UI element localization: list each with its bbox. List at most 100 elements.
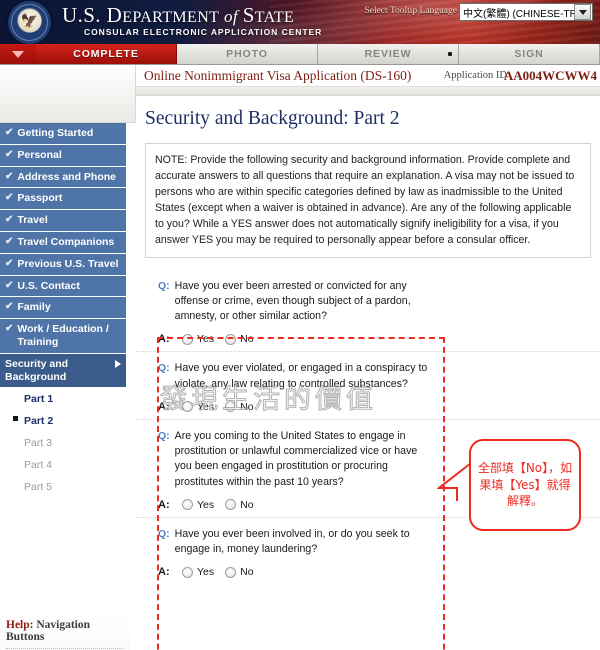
check-icon: ✔ bbox=[5, 279, 14, 291]
tab-photo[interactable]: PHOTO bbox=[177, 44, 318, 64]
chevron-down-icon[interactable] bbox=[574, 4, 591, 20]
title-of: of bbox=[219, 7, 243, 26]
question-marker: Q: bbox=[158, 362, 170, 375]
question-line: Q: Have you ever violated, or engaged in … bbox=[158, 361, 428, 392]
question-wrap: Q: Have you ever violated, or engaged in … bbox=[158, 361, 428, 413]
radio-yes-label: Yes bbox=[197, 400, 215, 413]
sidebar: ✔ Getting Started ✔ Personal ✔ Address and Ph… bbox=[0, 65, 136, 650]
question-line: Q: Are you coming to the United States to… bbox=[158, 429, 428, 490]
radio-no[interactable] bbox=[225, 333, 237, 345]
radio-yes[interactable] bbox=[182, 333, 193, 345]
question-wrap: Q: Are you coming to the United States to… bbox=[158, 429, 428, 511]
question-line: Q: Have you ever been involved in, or do … bbox=[158, 527, 428, 558]
document-title: Online Nonimmigrant Visa Application (DS… bbox=[144, 68, 412, 83]
tab-review[interactable]: REVIEW bbox=[318, 44, 459, 64]
sidebar-item-label: Address and Phone bbox=[17, 170, 116, 183]
sidebar-subitem-part-2[interactable]: Part 2 bbox=[0, 410, 126, 432]
application-header: Online Nonimmigrant Visa Application (DS… bbox=[136, 65, 600, 87]
radio-yes[interactable] bbox=[182, 499, 193, 511]
radio-yes-label: Yes bbox=[197, 333, 215, 346]
radio-option-yes[interactable]: Yes bbox=[182, 566, 214, 578]
sidebar-item-passport[interactable]: ✔ Passport bbox=[0, 188, 126, 211]
check-icon: ✔ bbox=[5, 301, 14, 313]
radio-no-label: No bbox=[240, 333, 254, 346]
sidebar-item-travel-companions[interactable]: ✔ Travel Companions bbox=[0, 231, 126, 254]
radio-group: Yes No bbox=[182, 333, 254, 345]
sidebar-header-spacer bbox=[0, 65, 136, 123]
callout-text: 全部填【No】，如果填【Yes】就得解釋。 bbox=[477, 461, 573, 509]
title-us: U.S. bbox=[62, 3, 107, 27]
help-divider bbox=[6, 648, 124, 649]
tooltip-language-select[interactable]: 中文(繁體) (CHINESE-TRADITI bbox=[459, 3, 593, 21]
header-strip bbox=[136, 87, 600, 96]
radio-option-no[interactable]: No bbox=[225, 498, 254, 511]
radio-yes[interactable] bbox=[182, 566, 193, 578]
sidebar-item-family[interactable]: ✔ Family bbox=[0, 297, 126, 320]
question-text: Are you coming to the United States to e… bbox=[174, 429, 418, 488]
question-wrap: Q: Have you ever been involved in, or do … bbox=[158, 527, 428, 579]
sidebar-item-previous-u-s-travel[interactable]: ✔ Previous U.S. Travel bbox=[0, 253, 126, 276]
page-title: Security and Background: Part 2 bbox=[145, 108, 400, 129]
radio-option-no[interactable]: No bbox=[225, 566, 254, 579]
sidebar-item-label: Travel bbox=[17, 214, 48, 227]
sidebar-item-address-and-phone[interactable]: ✔ Address and Phone bbox=[0, 166, 126, 189]
sidebar-item-personal[interactable]: ✔ Personal bbox=[0, 144, 126, 167]
application-id-label: Application ID bbox=[443, 70, 507, 81]
main-column: Online Nonimmigrant Visa Application (DS… bbox=[136, 65, 600, 650]
tab-review-marker bbox=[448, 52, 452, 56]
sidebar-item-label: Previous U.S. Travel bbox=[17, 257, 119, 270]
sidebar-subitem-part-5[interactable]: Part 5 bbox=[0, 476, 126, 498]
help-box: Help: Navigation Buttons Click on the bu… bbox=[0, 613, 130, 650]
tab-photo-label: PHOTO bbox=[226, 48, 268, 60]
check-icon: ✔ bbox=[5, 323, 14, 335]
radio-group: Yes No bbox=[182, 566, 254, 578]
sidebar-subitem-part-4[interactable]: Part 4 bbox=[0, 454, 126, 476]
check-icon: ✔ bbox=[5, 214, 14, 226]
radio-option-yes[interactable]: Yes bbox=[182, 333, 214, 345]
question-text: Have you ever been involved in, or do yo… bbox=[174, 527, 410, 556]
radio-no[interactable] bbox=[225, 499, 237, 511]
check-icon: ✔ bbox=[5, 170, 14, 182]
progress-tabbar: COMPLETE PHOTO REVIEW SIGN bbox=[0, 44, 600, 65]
sidebar-subitem-part-3[interactable]: Part 3 bbox=[0, 432, 126, 454]
sidebar-item-travel[interactable]: ✔ Travel bbox=[0, 210, 126, 232]
answer-row: A: Yes No bbox=[158, 499, 428, 511]
sidebar-item-getting-started[interactable]: ✔ Getting Started bbox=[0, 123, 126, 145]
sidebar-item-label: Passport bbox=[17, 192, 63, 205]
answer-marker: A: bbox=[158, 498, 170, 511]
question-marker: Q: bbox=[158, 429, 170, 442]
check-icon: ✔ bbox=[5, 148, 14, 160]
title-d: D bbox=[106, 3, 123, 27]
question-row: Q: Have you ever violated, or engaged in … bbox=[136, 351, 600, 419]
radio-option-no[interactable]: No bbox=[225, 333, 254, 346]
radio-no[interactable] bbox=[225, 566, 237, 578]
eagle-icon: 🦅 bbox=[20, 12, 39, 29]
sidebar-item-label: Security and Background bbox=[5, 357, 69, 383]
radio-no[interactable] bbox=[225, 401, 237, 413]
check-icon: ✔ bbox=[5, 235, 14, 247]
tab-complete[interactable]: COMPLETE bbox=[36, 44, 177, 64]
tab-review-label: REVIEW bbox=[364, 48, 412, 60]
sidebar-item-u-s-contact[interactable]: ✔ U.S. Contact bbox=[0, 275, 126, 298]
sidebar-item-work-education-training[interactable]: ✔ Work / Education / Training bbox=[0, 319, 126, 354]
radio-option-no[interactable]: No bbox=[225, 401, 254, 413]
sidebar-nav-list: ✔ Getting Started ✔ Personal ✔ Address and Ph… bbox=[0, 123, 126, 498]
sidebar-item-security-and-background[interactable]: Security and Background bbox=[0, 353, 126, 389]
department-subtitle: CONSULAR ELECTRONIC APPLICATION CENTER bbox=[84, 27, 323, 37]
seal-inner: 🦅 bbox=[18, 9, 41, 33]
radio-no-label: No bbox=[240, 566, 254, 579]
questions-region: Q: Have you ever been arrested or convict… bbox=[136, 270, 600, 585]
radio-option-yes[interactable]: Yes bbox=[182, 401, 214, 413]
us-department-of-state-seal-icon: 🦅 bbox=[8, 1, 51, 44]
tab-sign[interactable]: SIGN bbox=[459, 44, 600, 64]
check-icon: ✔ bbox=[5, 257, 14, 269]
radio-yes[interactable] bbox=[182, 401, 193, 413]
radio-no-label: No bbox=[240, 498, 254, 511]
tooltip-language-value: 中文(繁體) (CHINESE-TRADITI bbox=[463, 8, 574, 20]
sidebar-item-label: Work / Education / Training bbox=[17, 323, 109, 348]
question-line: Q: Have you ever been arrested or convict… bbox=[158, 279, 428, 325]
radio-option-yes[interactable]: Yes bbox=[182, 499, 214, 511]
caret-down-icon bbox=[0, 44, 36, 64]
ds160-page: 🦅 U.S. DEPARTMENT of STATE CONSULAR ELEC… bbox=[0, 0, 600, 650]
sidebar-subitem-part-1[interactable]: Part 1 bbox=[0, 388, 126, 410]
